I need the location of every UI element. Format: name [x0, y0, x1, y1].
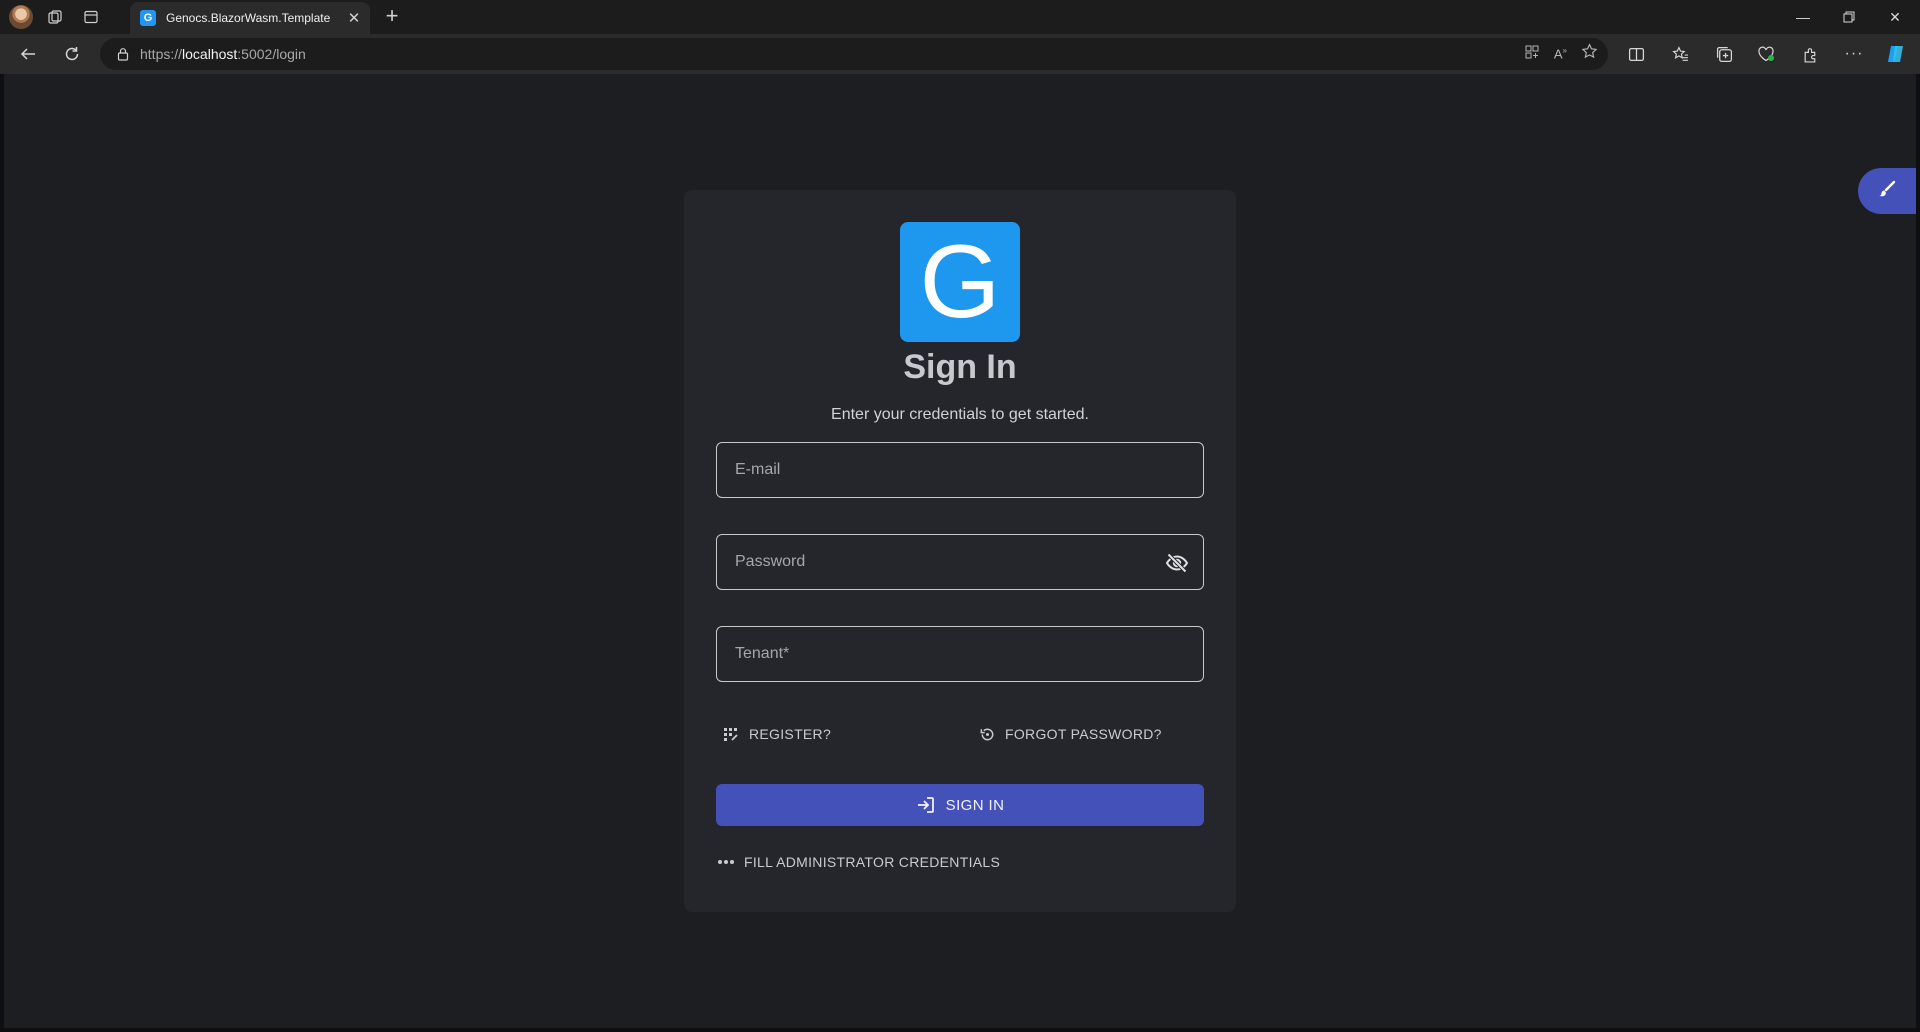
close-window-icon[interactable]: ✕ — [1872, 0, 1918, 34]
fill-admin-label: FILL ADMINISTRATOR CREDENTIALS — [744, 854, 1001, 870]
page-title: Sign In — [903, 348, 1017, 386]
minimize-icon[interactable]: — — [1780, 0, 1826, 34]
fill-admin-credentials-link[interactable]: FILL ADMINISTRATOR CREDENTIALS — [716, 849, 1000, 875]
browser-navbar: https://localhost:5002/login A» ··· — [0, 34, 1920, 74]
sign-in-button[interactable]: SIGN IN — [716, 784, 1204, 826]
url-host: localhost — [182, 46, 238, 62]
workspaces-icon[interactable] — [41, 3, 69, 31]
theme-toggle-button[interactable] — [1858, 168, 1916, 214]
app-logo: G — [900, 222, 1020, 342]
refresh-icon[interactable] — [56, 38, 88, 70]
more-horiz-icon — [716, 859, 736, 865]
more-options-icon[interactable]: ··· — [1838, 38, 1870, 70]
url-scheme: https:// — [140, 46, 183, 62]
forgot-password-link[interactable]: FORGOT PASSWORD? — [978, 721, 1162, 747]
email-input[interactable] — [717, 443, 1203, 497]
eye-off-icon[interactable] — [1163, 549, 1191, 577]
collections-icon[interactable] — [1708, 38, 1740, 70]
register-link[interactable]: REGISTER? — [722, 721, 831, 747]
forgot-password-label: FORGOT PASSWORD? — [1005, 726, 1162, 742]
tab-title: Genocs.BlazorWasm.Template — [166, 11, 331, 25]
address-bar[interactable]: https://localhost:5002/login A» — [100, 38, 1608, 70]
restore-icon[interactable] — [1826, 0, 1872, 34]
vertical-tabs-icon[interactable] — [77, 3, 105, 31]
tab-favicon: G — [140, 10, 156, 26]
tenant-input[interactable] — [717, 627, 1203, 681]
sign-in-label: SIGN IN — [945, 796, 1005, 814]
tenant-field — [716, 626, 1204, 682]
back-icon[interactable] — [12, 38, 44, 70]
login-card: G Sign In Enter your credentials to get … — [684, 190, 1236, 912]
read-aloud-icon[interactable]: A» — [1554, 46, 1567, 61]
address-bar-actions: A» — [1524, 38, 1598, 70]
restore-icon — [978, 725, 996, 743]
email-field — [716, 442, 1204, 498]
copilot-icon[interactable] — [1880, 38, 1912, 70]
close-tab-icon[interactable]: ✕ — [344, 8, 364, 28]
favorites-icon[interactable] — [1664, 38, 1696, 70]
favorite-star-icon[interactable] — [1581, 43, 1598, 65]
profile-avatar[interactable] — [9, 5, 33, 29]
active-tab[interactable]: G Genocs.BlazorWasm.Template ✕ — [130, 2, 370, 34]
brush-icon — [1877, 179, 1897, 204]
split-screen-icon[interactable] — [1620, 38, 1652, 70]
register-icon — [722, 725, 740, 743]
browser-essentials-icon[interactable] — [1750, 38, 1782, 70]
url-text: https://localhost:5002/login — [140, 46, 306, 62]
page-viewport: G Sign In Enter your credentials to get … — [4, 74, 1916, 1028]
page-subtitle: Enter your credentials to get started. — [831, 406, 1089, 423]
login-icon — [916, 795, 936, 815]
lock-icon[interactable] — [116, 47, 130, 61]
app-available-icon[interactable] — [1524, 44, 1540, 65]
extensions-icon[interactable] — [1794, 38, 1826, 70]
password-field — [716, 534, 1204, 590]
register-label: REGISTER? — [749, 726, 832, 742]
url-path: :5002/login — [237, 46, 306, 62]
new-tab-icon[interactable]: + — [380, 5, 404, 29]
password-input[interactable] — [717, 535, 1203, 589]
browser-titlebar: G Genocs.BlazorWasm.Template ✕ + — ✕ — [0, 0, 1920, 34]
